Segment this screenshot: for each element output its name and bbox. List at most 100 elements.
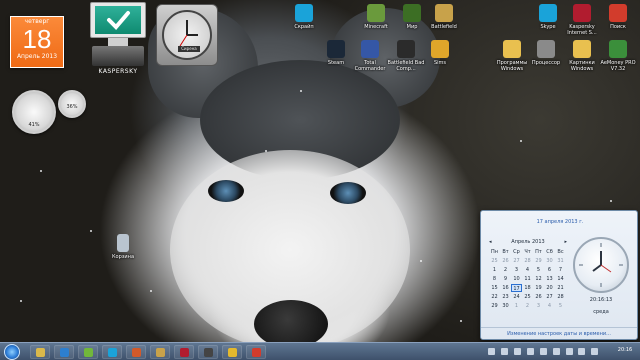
tray-icon[interactable] <box>513 348 521 355</box>
calendar-day[interactable]: 3 <box>533 302 544 310</box>
desktop-icon-sims[interactable]: Sims <box>420 40 460 66</box>
calendar-day[interactable]: 22 <box>489 293 500 301</box>
desktop-icon-process[interactable]: Процессор <box>526 40 566 66</box>
calendar-day[interactable]: 25 <box>522 293 533 301</box>
calendar-day[interactable]: 14 <box>555 275 566 283</box>
tray-icon[interactable] <box>552 348 560 355</box>
app-icon <box>252 348 261 357</box>
taskbar-button-media[interactable] <box>54 345 74 359</box>
calendar-day[interactable]: 24 <box>511 293 522 301</box>
calendar-day[interactable]: 4 <box>544 302 555 310</box>
calendar-day[interactable]: 12 <box>533 275 544 283</box>
calendar-day[interactable]: 13 <box>544 275 555 283</box>
taskbar-button-app10[interactable] <box>246 345 266 359</box>
calendar-day[interactable]: 25 <box>489 257 500 265</box>
calendar-day[interactable]: 10 <box>511 275 522 283</box>
calendar-day[interactable]: 5 <box>533 266 544 274</box>
cpu-gauge: 41% <box>12 90 56 134</box>
taskbar-button-app8[interactable] <box>198 345 218 359</box>
calendar-day[interactable]: 27 <box>544 293 555 301</box>
calendar-day[interactable]: 31 <box>555 257 566 265</box>
desktop-icon-label: Kaspersky Internet S... <box>567 24 597 36</box>
kaspersky-gadget[interactable]: KASPERSKY <box>88 2 148 78</box>
prev-month-icon[interactable]: ◂ <box>489 239 492 245</box>
flyout-calendar: ◂ Апрель 2013 ▸ Пн Вт Ср Чт Пт Сб Вс 25 … <box>489 239 567 321</box>
tray-icon[interactable] <box>526 348 534 355</box>
calendar-month-title[interactable]: Апрель 2013 <box>511 239 544 245</box>
desktop-icon-r3[interactable]: Kaspersky Internet S... <box>562 4 602 36</box>
desktop-icon-skype-top[interactable]: Скрайп <box>284 4 324 30</box>
snowflake <box>265 150 267 152</box>
calendar-day[interactable]: 15 <box>489 284 500 292</box>
calendar-day[interactable]: 27 <box>511 257 522 265</box>
kaspersky-stand <box>108 38 128 46</box>
desktop-icon-r1[interactable]: Battlefield <box>424 4 464 30</box>
snowflake <box>90 230 92 232</box>
calendar-day[interactable]: 8 <box>489 275 500 283</box>
change-datetime-link[interactable]: Изменение настроек даты и времени... <box>481 331 637 337</box>
clock-hands-icon <box>579 243 623 287</box>
calendar-day[interactable]: 3 <box>511 266 522 274</box>
desktop-icon-minecraft[interactable]: Minecraft <box>356 4 396 30</box>
calendar-gadget[interactable]: четверг 18 Апрель 2013 <box>10 16 64 68</box>
calendar-day[interactable]: 21 <box>555 284 566 292</box>
calendar-day[interactable]: 28 <box>555 293 566 301</box>
calendar-day[interactable]: 9 <box>500 275 511 283</box>
tray-icon[interactable] <box>539 348 547 355</box>
calendar-day[interactable]: 29 <box>489 302 500 310</box>
calendar-day[interactable]: 30 <box>544 257 555 265</box>
clock-gadget[interactable]: Сирена <box>156 4 218 66</box>
calendar-day[interactable]: 6 <box>544 266 555 274</box>
calendar-day[interactable]: 5 <box>555 302 566 310</box>
taskbar-button-skype[interactable] <box>102 345 122 359</box>
taskbar-button-utorrent[interactable] <box>78 345 98 359</box>
tray-icon[interactable] <box>591 348 599 355</box>
calendar-day[interactable]: 4 <box>522 266 533 274</box>
calendar-day[interactable]: 18 <box>522 284 533 292</box>
calendar-day[interactable]: 1 <box>489 266 500 274</box>
calendar-day[interactable]: 11 <box>522 275 533 283</box>
skype-icon <box>108 348 117 357</box>
taskbar-button-app6[interactable] <box>150 345 170 359</box>
calendar-day[interactable]: 7 <box>555 266 566 274</box>
calendar-day[interactable]: 30 <box>500 302 511 310</box>
desktop-icon-total-commander[interactable]: Total Commander <box>350 40 390 72</box>
tray-icon[interactable] <box>578 348 586 355</box>
calendar-day[interactable]: 26 <box>500 257 511 265</box>
taskbar-clock[interactable]: 20:16 <box>614 347 636 353</box>
tray-icon[interactable] <box>500 348 508 355</box>
ram-value: 36% <box>66 104 78 110</box>
tray-icon[interactable] <box>488 348 495 355</box>
desktop-icon-aimp[interactable]: AeMoney PRO V7.32 <box>598 40 638 72</box>
calendar-day[interactable]: 2 <box>522 302 533 310</box>
battlefield-icon <box>435 4 453 22</box>
app-icon <box>204 348 213 357</box>
system-tray <box>486 345 610 359</box>
calendar-day[interactable]: 26 <box>533 293 544 301</box>
calendar-day-today[interactable]: 17 <box>511 284 522 292</box>
taskbar-button-explorer[interactable] <box>30 345 50 359</box>
calendar-day[interactable]: 2 <box>500 266 511 274</box>
taskbar-button-app7[interactable] <box>174 345 194 359</box>
flyout-date-link[interactable]: 17 апреля 2013 г. <box>481 219 639 225</box>
calendar-day[interactable]: 19 <box>533 284 544 292</box>
desktop-icon-label: Battlefield <box>431 24 457 30</box>
desktop-icon-recycle-bin[interactable]: Корзина <box>103 234 143 260</box>
tray-icon[interactable] <box>565 348 573 355</box>
cpu-meter-gadget[interactable]: 41% 36% <box>8 84 86 136</box>
taskbar-button-app5[interactable] <box>126 345 146 359</box>
desktop-icon-label: Корзина <box>111 254 135 260</box>
taskbar-button-chrome[interactable] <box>222 345 242 359</box>
calendar-day[interactable]: 23 <box>500 293 511 301</box>
weekday-header: Ср <box>513 249 520 255</box>
next-month-icon[interactable]: ▸ <box>564 239 567 245</box>
desktop-icon-pictures[interactable]: Картинки Windows <box>562 40 602 72</box>
calendar-day[interactable]: 16 <box>500 284 511 292</box>
desktop-icon-r4[interactable]: Поиск <box>598 4 638 30</box>
calendar-day[interactable]: 29 <box>533 257 544 265</box>
calendar-day[interactable]: 20 <box>544 284 555 292</box>
calendar-day[interactable]: 28 <box>522 257 533 265</box>
start-button[interactable] <box>4 344 20 360</box>
snowflake <box>520 140 522 142</box>
calendar-day[interactable]: 1 <box>511 302 522 310</box>
